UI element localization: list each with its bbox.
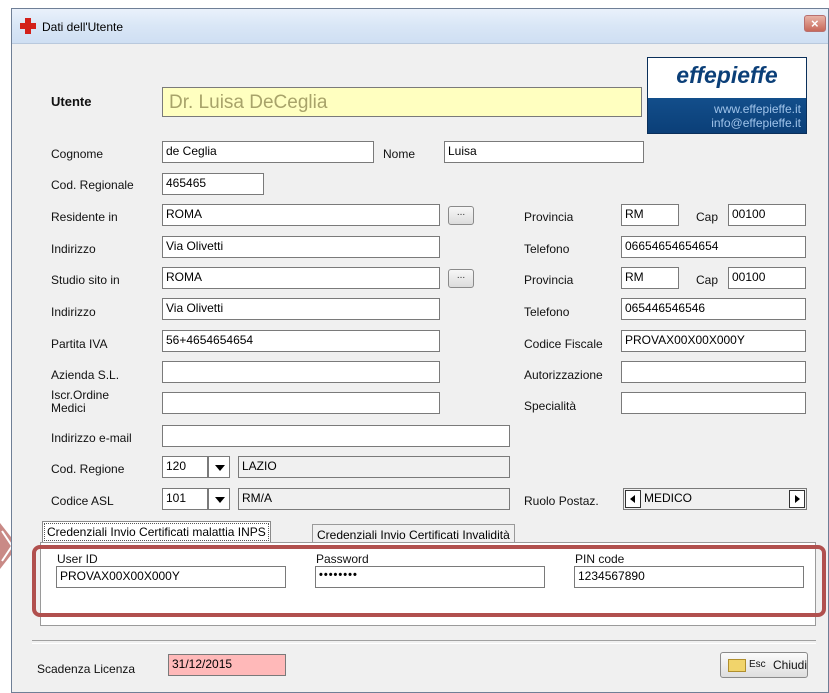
partita-iva-field[interactable]: 56+4654654654 [162,330,440,352]
logo-brand: effepieffe [676,62,778,88]
cap2-field[interactable]: 00100 [728,267,806,289]
indirizzo2-field[interactable]: Via Olivetti [162,298,440,320]
tab-invalidita[interactable]: Credenziali Invio Certificati Invalidità [312,524,515,544]
effepieffe-logo: effepieffe www.effepieffe.it info@effepi… [647,57,807,134]
utente-field[interactable]: Dr. Luisa DeCeglia [162,87,642,117]
close-icon: × [811,16,819,31]
nome-label: Nome [383,147,416,161]
azienda-field[interactable] [162,361,440,383]
cod-regione-label: Cod. Regione [51,462,125,476]
email-field[interactable] [162,425,510,447]
logo-email: info@effepieffe.it [711,116,801,130]
chiudi-label: Chiudi [773,658,808,672]
provincia2-label: Provincia [524,273,574,287]
cod-regione-dropdown-icon[interactable] [208,456,230,478]
provincia1-label: Provincia [524,210,574,224]
cap2-label: Cap [696,273,719,287]
title-bar[interactable]: Dati dell'Utente × [12,9,828,44]
specialita-field[interactable] [621,392,806,414]
tab-inps[interactable]: Credenziali Invio Certificati malattia I… [42,521,271,543]
ruolo-prev-button[interactable] [625,490,641,508]
studio-label: Studio sito in [51,273,120,287]
cap1-label: Cap [696,210,719,224]
codice-fiscale-field[interactable]: PROVAX00X00X000Y [621,330,806,352]
cognome-label: Cognome [51,147,104,161]
telefono2-field[interactable]: 065446546546 [621,298,806,320]
azienda-label: Azienda S.L. [51,368,120,382]
residente-label: Residente in [51,210,118,224]
ruolo-field[interactable]: MEDICO [623,488,807,510]
cod-regione-name: LAZIO [238,456,510,478]
divider [32,640,816,644]
telefono1-label: Telefono [524,242,570,256]
window-title: Dati dell'Utente [42,20,123,34]
cognome-field[interactable]: de Ceglia [162,141,374,163]
ruolo-next-button[interactable] [789,490,805,508]
partita-iva-label: Partita IVA [51,337,108,351]
close-button[interactable]: × [804,15,826,32]
ruolo-label: Ruolo Postaz. [524,494,599,508]
cod-regione-code[interactable]: 120 [162,456,208,478]
cap1-field[interactable]: 00100 [728,204,806,226]
autorizzazione-field[interactable] [621,361,806,383]
red-cross-icon [20,18,36,34]
codice-asl-dropdown-icon[interactable] [208,488,230,510]
chiudi-hotkey: Esc [749,659,766,670]
chiudi-button[interactable]: Esc Chiudi [720,652,808,678]
nome-field[interactable]: Luisa [444,141,644,163]
autorizzazione-label: Autorizzazione [524,368,603,382]
residente-browse-button[interactable]: ... [448,206,474,225]
scadenza-label: Scadenza Licenza [37,662,136,676]
indirizzo1-field[interactable]: Via Olivetti [162,236,440,258]
credentials-highlight [32,545,826,617]
iscr-ordine-field[interactable] [162,392,440,414]
triangle-right-icon [795,495,800,503]
provincia2-field[interactable]: RM [621,267,679,289]
triangle-left-icon [630,495,635,503]
folder-icon [728,659,746,672]
indirizzo2-label: Indirizzo [51,305,96,319]
scadenza-field: 31/12/2015 [168,654,286,676]
residente-field[interactable]: ROMA [162,204,440,226]
cod-regionale-label: Cod. Regionale [51,178,134,192]
email-label: Indirizzo e-mail [51,431,132,445]
codice-asl-label: Codice ASL [51,494,114,508]
telefono2-label: Telefono [524,305,570,319]
studio-field[interactable]: ROMA [162,267,440,289]
telefono1-field[interactable]: 06654654654654 [621,236,806,258]
provincia1-field[interactable]: RM [621,204,679,226]
form-body: effepieffe www.effepieffe.it info@effepi… [20,45,826,685]
indirizzo1-label: Indirizzo [51,242,96,256]
codice-asl-name: RM/A [238,488,510,510]
studio-browse-button[interactable]: ... [448,269,474,288]
logo-site: www.effepieffe.it [714,102,801,116]
cod-regionale-field[interactable]: 465465 [162,173,264,195]
utente-label: Utente [51,94,92,109]
dialog-window: Dati dell'Utente × effepieffe www.effepi… [11,8,829,693]
iscr-ordine-label-2: Medici [51,401,86,415]
codice-asl-code[interactable]: 101 [162,488,208,510]
codice-fiscale-label: Codice Fiscale [524,337,603,351]
specialita-label: Specialità [524,399,577,413]
